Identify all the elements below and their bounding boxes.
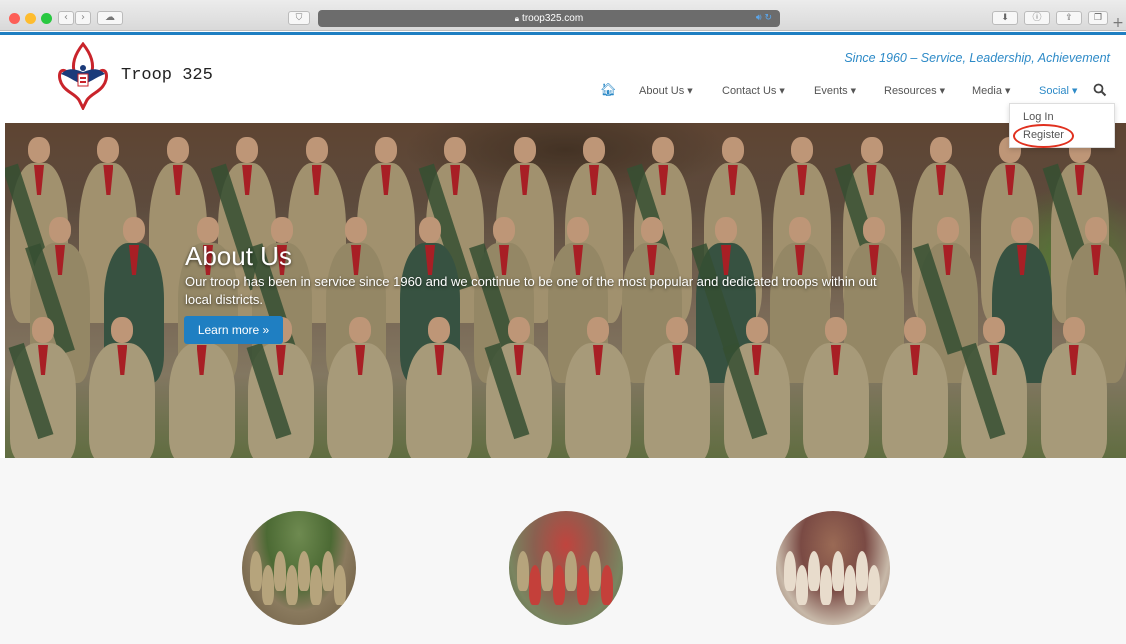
site-tagline: Since 1960 – Service, Leadership, Achiev…: [844, 51, 1110, 65]
minimize-window-button[interactable]: [25, 13, 36, 24]
thumbnail-photo-3[interactable]: [776, 511, 890, 625]
site-header: Troop 325 Since 1960 – Service, Leadersh…: [0, 35, 1126, 120]
thumbnail-figure: [334, 565, 346, 605]
back-icon[interactable]: ‹: [58, 11, 74, 25]
annotation-circle: [1013, 124, 1074, 148]
thumbnail-figure: [298, 551, 310, 591]
nav-about-us[interactable]: About Us ▼: [639, 85, 693, 97]
thumbnail-figure: [529, 565, 541, 605]
nav-contact-us[interactable]: Contact Us ▼: [722, 85, 785, 97]
thumbnail-figure: [820, 565, 832, 605]
learn-more-button[interactable]: Learn more »: [184, 316, 283, 344]
thumbnail-photo-2[interactable]: [509, 511, 623, 625]
tabs-icon[interactable]: ❐: [1088, 11, 1108, 25]
hero-text: Our troop has been in service since 1960…: [185, 274, 877, 307]
forward-icon[interactable]: ›: [75, 11, 91, 25]
caret-down-icon: ▼: [779, 87, 785, 95]
address-bar[interactable]: 🔒︎ troop325.com 🔊︎ ↻: [318, 10, 780, 27]
thumbnail-figure: [286, 565, 298, 605]
thumbnail-figure: [844, 565, 856, 605]
thumbnail-figure: [553, 565, 565, 605]
thumbnail-figure: [274, 551, 286, 591]
content-section: [0, 458, 1126, 644]
new-tab-icon[interactable]: +: [1110, 15, 1126, 31]
site-brand[interactable]: Troop 325: [121, 66, 213, 85]
caret-down-icon: ▼: [850, 87, 857, 95]
download-icon[interactable]: ⬇: [992, 11, 1018, 25]
share-icon[interactable]: ⇪: [1056, 11, 1082, 25]
thumbnail-figure: [577, 565, 589, 605]
nav-events[interactable]: Events ▼: [814, 85, 856, 97]
thumbnail-figure: [796, 565, 808, 605]
nav-social[interactable]: Social ▼: [1039, 85, 1077, 97]
nav-media[interactable]: Media ▼: [972, 85, 1010, 97]
home-icon[interactable]: 🏠︎: [600, 83, 617, 98]
nav-resources[interactable]: Resources ▼: [884, 85, 945, 97]
thumbnail-figure: [868, 565, 880, 605]
thumbnail-figure: [517, 551, 529, 591]
search-icon[interactable]: [1093, 83, 1107, 97]
close-window-button[interactable]: [9, 13, 20, 24]
dropdown-log-in[interactable]: Log In: [1023, 111, 1054, 123]
cloud-icon[interactable]: ☁: [97, 11, 123, 25]
main-nav: 🏠︎ About Us ▼ Contact Us ▼ Events ▼ Resourc…: [0, 83, 1126, 105]
lock-icon: 🔒︎: [514, 14, 520, 23]
speaker-icon[interactable]: 🔊︎ ↻: [756, 10, 772, 27]
caret-down-icon: ▼: [1004, 87, 1011, 95]
thumbnail-figure: [565, 551, 577, 591]
hero-banner: About Us Our troop has been in service s…: [5, 123, 1126, 458]
caret-down-icon: ▼: [687, 87, 693, 95]
thumbnail-figure: [808, 551, 820, 591]
thumbnail-figure: [784, 551, 796, 591]
shield-icon[interactable]: ⛉: [288, 11, 310, 25]
thumbnail-figure: [250, 551, 262, 591]
thumbnail-figure: [601, 565, 613, 605]
zoom-window-button[interactable]: [41, 13, 52, 24]
thumbnail-photo-1[interactable]: [242, 511, 356, 625]
hero-title: About Us: [185, 241, 292, 271]
caret-down-icon: ▼: [939, 87, 945, 95]
browser-toolbar: ‹ › ☁ ⛉ 🔒︎ troop325.com 🔊︎ ↻ ⬇ ⓘ ⇪ ❐ +: [0, 0, 1126, 31]
thumbnail-figure: [589, 551, 601, 591]
info-icon[interactable]: ⓘ: [1024, 11, 1050, 25]
thumbnail-figure: [322, 551, 334, 591]
thumbnail-figure: [262, 565, 274, 605]
thumbnail-figure: [832, 551, 844, 591]
thumbnail-figure: [541, 551, 553, 591]
thumbnail-figure: [856, 551, 868, 591]
url-text: troop325.com: [522, 13, 584, 24]
thumbnail-figure: [310, 565, 322, 605]
caret-down-icon: ▼: [1071, 87, 1078, 95]
